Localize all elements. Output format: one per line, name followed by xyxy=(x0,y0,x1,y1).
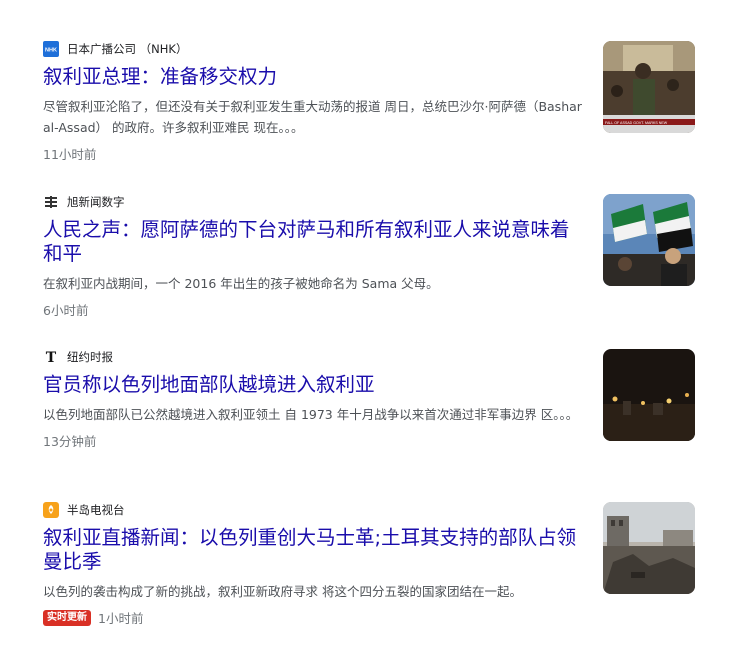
news-timestamp: 11小时前 xyxy=(43,144,588,163)
news-headline-link[interactable]: 官员称以色列地面部队越境进入叙利亚 xyxy=(43,373,588,397)
news-source: NHK 日本广播公司 （NHK） xyxy=(43,41,588,57)
news-feed: NHK 日本广播公司 （NHK） 叙利亚总理：准备移交权力 尽管叙利亚沦陷了，但… xyxy=(0,0,741,649)
svg-text:T: T xyxy=(46,350,57,365)
nyt-logo-icon: T xyxy=(43,349,59,365)
news-source: T 纽约时报 xyxy=(43,349,588,365)
news-card-text: 旭新闻数字 人民之声：愿阿萨德的下台对萨马和所有叙利亚人来说意味着和平 在叙利亚… xyxy=(43,194,588,319)
news-card[interactable]: T 纽约时报 官员称以色列地面部队越境进入叙利亚 以色列地面部队已公然越境进入叙… xyxy=(43,349,695,450)
news-snippet: 以色列地面部队已公然越境进入叙利亚领土 自 1973 年十月战争以来首次通过非军… xyxy=(43,407,579,422)
thumbnail-caption: FALL OF ASSAD GOVT. MARKS NEW xyxy=(605,121,668,125)
news-card[interactable]: NHK 日本广播公司 （NHK） 叙利亚总理：准备移交权力 尽管叙利亚沦陷了，但… xyxy=(43,41,695,163)
news-time-text: 13分钟前 xyxy=(43,434,97,449)
news-card-text: 半岛电视台 叙利亚直播新闻：以色列重创大马士革;土耳其支持的部队占领曼比季 以色… xyxy=(43,502,588,627)
asahi-logo-icon xyxy=(43,194,59,210)
news-timestamp: 实时更新 1小时前 xyxy=(43,608,588,627)
news-time-text: 6小时前 xyxy=(43,303,89,318)
news-card[interactable]: 半岛电视台 叙利亚直播新闻：以色列重创大马士革;土耳其支持的部队占领曼比季 以色… xyxy=(43,502,695,627)
news-headline-link[interactable]: 人民之声：愿阿萨德的下台对萨马和所有叙利亚人来说意味着和平 xyxy=(43,218,588,266)
news-card[interactable]: 旭新闻数字 人民之声：愿阿萨德的下台对萨马和所有叙利亚人来说意味着和平 在叙利亚… xyxy=(43,194,695,319)
news-source: 半岛电视台 xyxy=(43,502,588,518)
news-source-name: 半岛电视台 xyxy=(67,503,125,517)
news-snippet: 尽管叙利亚沦陷了，但还没有关于叙利亚发生重大动荡的报道 周日，总统巴沙尔·阿萨德… xyxy=(43,99,582,135)
news-thumbnail[interactable] xyxy=(603,502,695,594)
news-thumbnail[interactable] xyxy=(603,194,695,286)
news-timestamp: 13分钟前 xyxy=(43,431,588,450)
news-source-name: 纽约时报 xyxy=(67,350,113,364)
news-thumbnail[interactable]: FALL OF ASSAD GOVT. MARKS NEW xyxy=(603,41,695,133)
news-headline-link[interactable]: 叙利亚总理：准备移交权力 xyxy=(43,65,588,89)
live-update-badge: 实时更新 xyxy=(43,609,91,626)
news-time-text: 1小时前 xyxy=(98,611,144,626)
news-source: 旭新闻数字 xyxy=(43,194,588,210)
news-thumbnail[interactable] xyxy=(603,349,695,441)
news-card-text: NHK 日本广播公司 （NHK） 叙利亚总理：准备移交权力 尽管叙利亚沦陷了，但… xyxy=(43,41,588,163)
news-time-text: 11小时前 xyxy=(43,147,97,162)
news-source-name: 日本广播公司 （NHK） xyxy=(67,42,188,56)
news-headline-link[interactable]: 叙利亚直播新闻：以色列重创大马士革;土耳其支持的部队占领曼比季 xyxy=(43,526,588,574)
nhk-logo-icon: NHK xyxy=(43,41,59,57)
svg-text:NHK: NHK xyxy=(45,48,57,54)
news-snippet: 在叙利亚内战期间，一个 2016 年出生的孩子被她命名为 Sama 父母。 xyxy=(43,276,439,291)
aljazeera-logo-icon xyxy=(43,502,59,518)
news-card-text: T 纽约时报 官员称以色列地面部队越境进入叙利亚 以色列地面部队已公然越境进入叙… xyxy=(43,349,588,450)
news-source-name: 旭新闻数字 xyxy=(67,195,125,209)
news-snippet: 以色列的袭击构成了新的挑战，叙利亚新政府寻求 将这个四分五裂的国家团结在一起。 xyxy=(43,584,522,599)
news-timestamp: 6小时前 xyxy=(43,300,588,319)
